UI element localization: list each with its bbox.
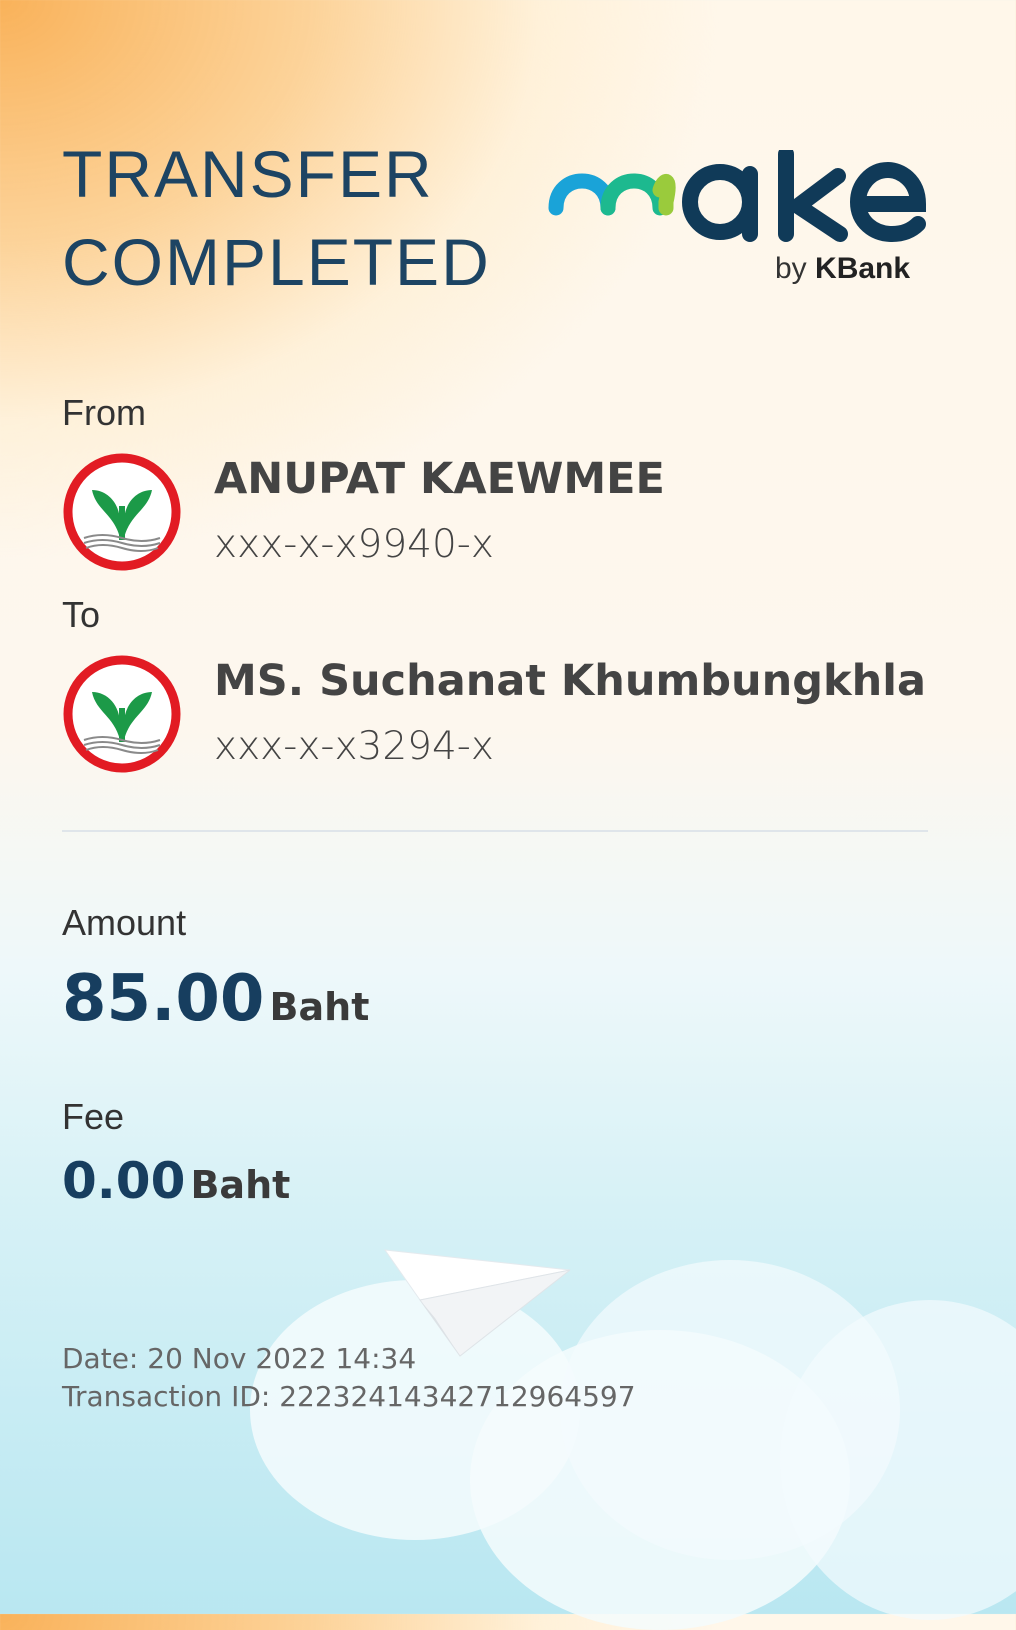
transaction-id: Transaction ID: 2223241434271296459​7 — [62, 1380, 636, 1413]
from-party: ANUPAT KAEWMEE xxx-x-x9940-x — [62, 452, 962, 582]
title-line-2: COMPLETED — [62, 225, 491, 299]
divider — [62, 830, 928, 832]
fee-value: 0.00 Baht — [62, 1152, 290, 1210]
from-label: From — [62, 392, 146, 433]
to-label: To — [62, 594, 101, 635]
title-line-1: TRANSFER — [62, 137, 434, 211]
amount-unit: Baht — [269, 985, 370, 1029]
sender-account: xxx-x-x9940-x — [214, 522, 494, 567]
kbank-logo-icon — [63, 655, 181, 773]
fee-label: Fee — [62, 1096, 125, 1137]
recipient-name: MS. Suchanat Khumbungkhla — [214, 656, 927, 706]
sender-name: ANUPAT KAEWMEE — [214, 454, 665, 504]
transaction-date: Date: 20 Nov 2022 14:34 — [62, 1342, 417, 1375]
amount-label: Amount — [62, 902, 187, 943]
to-party: MS. Suchanat Khumbungkhla xxx-x-x3294-x — [62, 654, 962, 784]
page-title: TRANSFER COMPLETED — [62, 130, 491, 306]
make-logo-icon — [548, 146, 927, 243]
amount-value: 85.00 Baht — [62, 962, 369, 1036]
kbank-logo-icon — [63, 453, 181, 571]
make-by-kbank-logo: by KBank — [548, 146, 938, 300]
recipient-account: xxx-x-x3294-x — [214, 724, 494, 769]
kbank-wordmark: KBank — [815, 252, 911, 285]
brand-byline: by KBank — [775, 252, 911, 285]
amount-number: 85.00 — [62, 962, 265, 1036]
fee-unit: Baht — [190, 1163, 291, 1207]
fee-number: 0.00 — [62, 1152, 186, 1210]
